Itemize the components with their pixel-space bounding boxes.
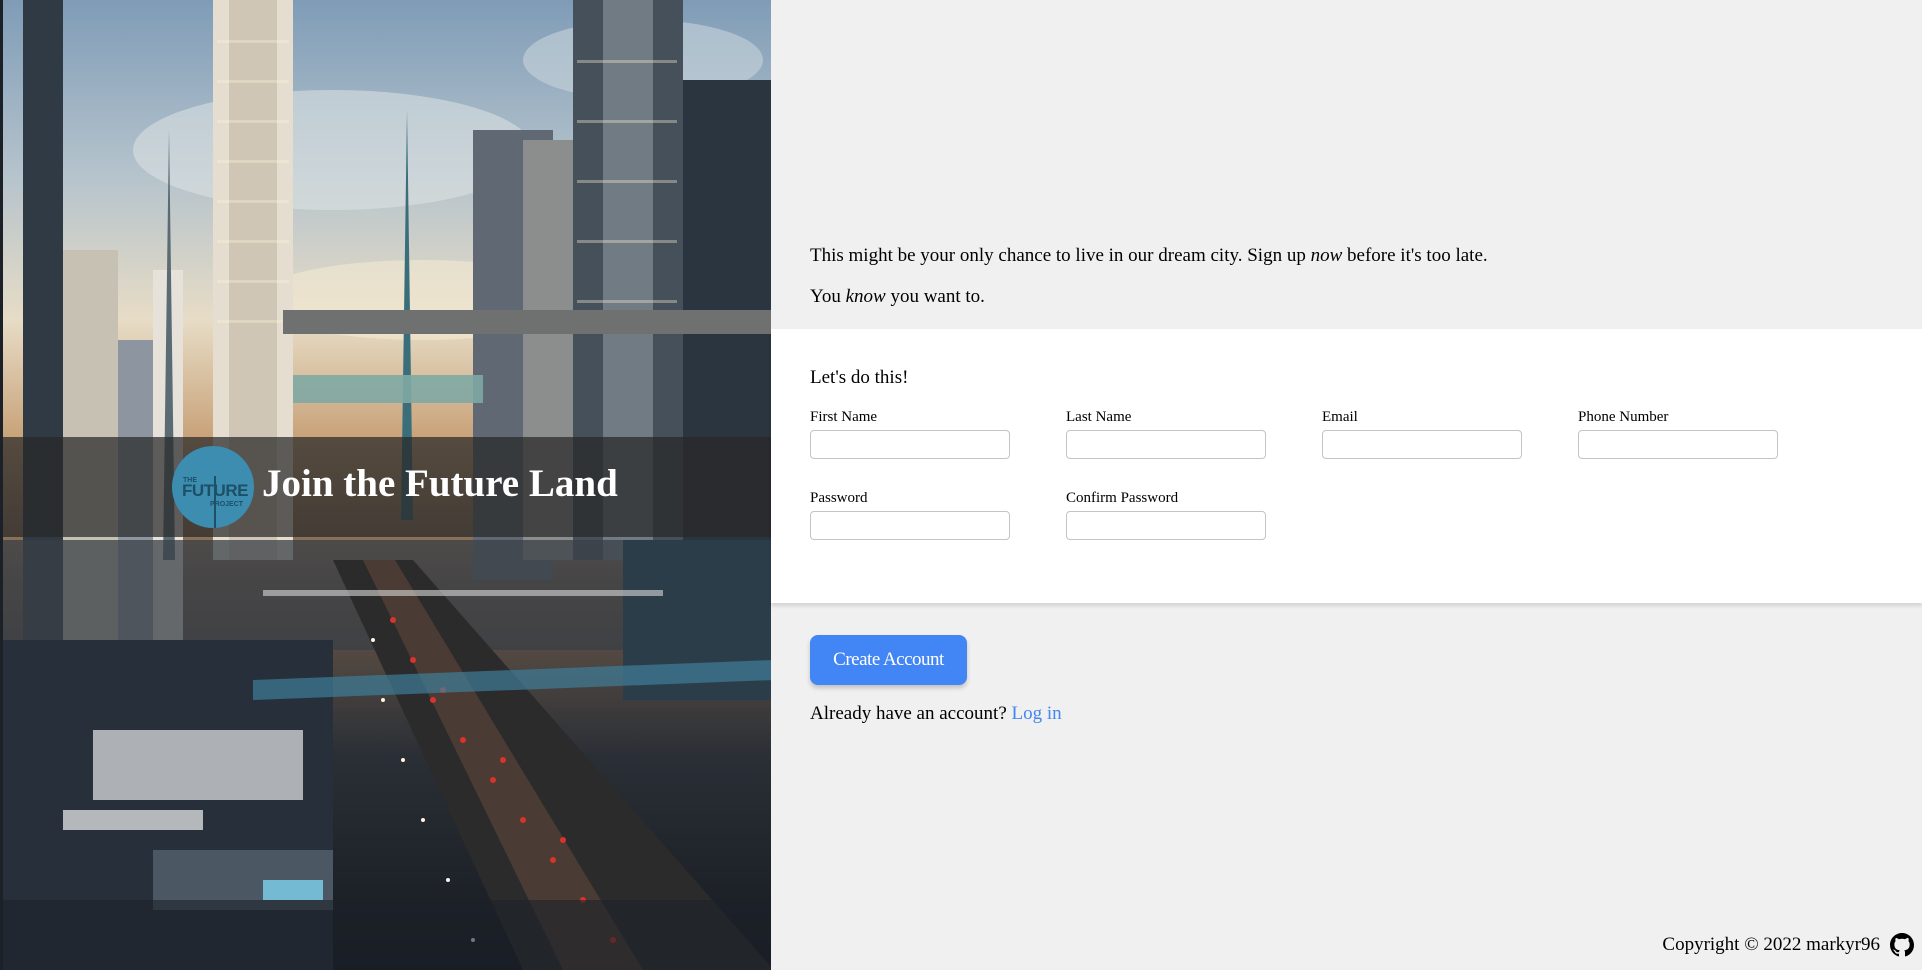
intro-line-2-emphasis: know bbox=[845, 286, 886, 307]
github-icon[interactable] bbox=[1890, 933, 1914, 957]
intro-line-1-emphasis: now bbox=[1310, 245, 1343, 266]
signup-content: This might be your only chance to live i… bbox=[771, 0, 1922, 970]
login-link[interactable]: Log in bbox=[1012, 703, 1062, 724]
intro-line-2: You know you want to. bbox=[810, 285, 1488, 309]
confirm-password-input[interactable] bbox=[1066, 511, 1266, 540]
copyright-text: Copyright © 2022 markyr96 bbox=[1662, 934, 1880, 955]
confirm-password-field: Confirm Password bbox=[1066, 489, 1266, 540]
signup-form: Let's do this! First Name Last Name Emai… bbox=[771, 329, 1922, 603]
intro-line-1-start: This might be your only chance to live i… bbox=[810, 245, 1311, 266]
intro-line-2-start: You bbox=[810, 286, 846, 307]
intro-line-1: This might be your only chance to live i… bbox=[810, 244, 1488, 268]
hero-title: Join the Future Land bbox=[262, 462, 618, 505]
last-name-label: Last Name bbox=[1066, 409, 1132, 425]
future-project-logo: THE FUTURE PROJECT bbox=[172, 446, 254, 528]
confirm-password-label: Confirm Password bbox=[1066, 490, 1179, 506]
password-input[interactable] bbox=[810, 511, 1010, 540]
create-account-button[interactable]: Create Account bbox=[810, 635, 967, 685]
brand-banner: THE FUTURE PROJECT Join the Future Land bbox=[3, 437, 771, 537]
first-name-label: First Name bbox=[810, 409, 878, 425]
phone-input[interactable] bbox=[1578, 430, 1778, 459]
phone-label: Phone Number bbox=[1578, 409, 1669, 425]
login-prompt: Already have an account? Log in bbox=[810, 703, 1062, 725]
form-heading: Let's do this! bbox=[810, 367, 909, 388]
first-name-field: First Name bbox=[810, 408, 1010, 459]
hero-image: THE FUTURE PROJECT Join the Future Land bbox=[0, 0, 771, 970]
first-name-input[interactable] bbox=[810, 430, 1010, 459]
email-field: Email bbox=[1322, 408, 1522, 459]
password-field: Password bbox=[810, 489, 1010, 540]
login-prompt-text: Already have an account? bbox=[810, 703, 1007, 724]
last-name-input[interactable] bbox=[1066, 430, 1266, 459]
email-input[interactable] bbox=[1322, 430, 1522, 459]
phone-field: Phone Number bbox=[1578, 408, 1778, 459]
footer: Copyright © 2022 markyr96 bbox=[1662, 933, 1914, 957]
intro-line-1-end: before it's too late. bbox=[1342, 245, 1488, 266]
intro-line-2-end: you want to. bbox=[885, 286, 985, 307]
page: THE FUTURE PROJECT Join the Future Land … bbox=[0, 0, 1922, 970]
email-label: Email bbox=[1322, 409, 1358, 425]
intro-text: This might be your only chance to live i… bbox=[810, 244, 1488, 326]
password-label: Password bbox=[810, 490, 868, 506]
last-name-field: Last Name bbox=[1066, 408, 1266, 459]
